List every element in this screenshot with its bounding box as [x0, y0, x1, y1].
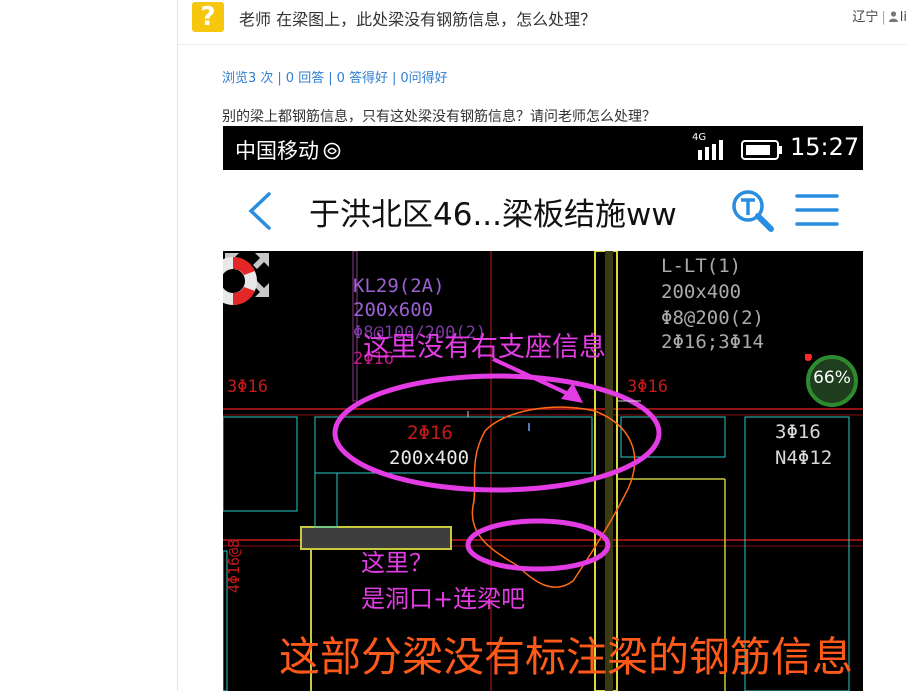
question-page: ? 老师 在梁图上，此处梁没有钢筋信息，怎么处理？ 辽宁 | li 浏览3 次 | 0 …	[178, 0, 907, 691]
user-icon	[888, 11, 898, 22]
annotation-here: 这里？	[361, 549, 433, 577]
magnifier-icon[interactable]	[729, 187, 775, 233]
left-gutter	[0, 0, 178, 691]
label-beam-size: 200x400	[389, 447, 470, 469]
hamburger-menu-icon[interactable]	[795, 192, 839, 228]
user-name[interactable]: li	[900, 10, 907, 25]
meta-separator: |	[881, 10, 886, 25]
label-lt-bars: 2Φ16;3Φ14	[661, 331, 764, 353]
signal-icon	[698, 140, 723, 160]
attached-screenshot[interactable]: 中国移动 4G 15:27 于洪北区46...梁板结施ww KL29(2A) 2…	[223, 126, 863, 691]
good-questions-count[interactable]: 0问得好	[400, 71, 447, 86]
answers-count[interactable]: 0 回答	[286, 71, 324, 86]
label-left-bars: 3Φ16	[227, 377, 268, 397]
question-stats: 浏览3 次 | 0 回答 | 0 答得好 | 0问得好	[222, 67, 448, 86]
question-mark-icon: ?	[192, 2, 224, 32]
status-clock: 15:27	[790, 133, 860, 161]
lifebuoy-icon[interactable]	[223, 251, 261, 311]
label-lt-stirrup: Φ8@200(2)	[661, 307, 764, 329]
label-beam-bars: 2Φ16	[407, 422, 453, 444]
label-mid-bars: 3Φ16	[627, 377, 668, 397]
views-count[interactable]: 浏览3 次	[222, 71, 273, 86]
battery-icon	[741, 140, 782, 160]
zoom-level-text: 66%	[813, 368, 851, 388]
label-kl-size: 200x600	[353, 299, 434, 321]
label-col-n: N4Φ12	[775, 447, 833, 469]
document-title: 于洪北区46...梁板结施ww	[309, 197, 677, 233]
good-answers-count[interactable]: 0 答得好	[337, 71, 388, 86]
annotation-opening: 是洞口+连梁吧	[361, 585, 526, 613]
zoom-level-badge[interactable]: 66%	[805, 354, 859, 408]
stats-separator: |	[277, 71, 282, 86]
annotation-no-support: 这里没有右支座信息	[363, 332, 606, 363]
label-col-bars: 3Φ16	[775, 421, 821, 443]
viewer-app-bar: 于洪北区46...梁板结施ww	[223, 170, 863, 251]
question-header: ? 老师 在梁图上，此处梁没有钢筋信息，怎么处理？ 辽宁 | li	[178, 0, 907, 45]
question-meta: 辽宁 | li	[852, 6, 907, 25]
carrier-area: 中国移动	[235, 135, 341, 165]
no-disturb-icon	[323, 142, 341, 160]
stats-separator: |	[392, 71, 397, 86]
question-description: 别的梁上都钢筋信息，只有这处梁没有钢筋信息？请问老师怎么处理？	[222, 109, 656, 125]
label-vertical-bars: 4Φ16@8	[225, 538, 244, 594]
stats-separator: |	[328, 71, 333, 86]
cad-drawing-canvas[interactable]: KL29(2A) 200x600 Φ8@100/200(2) 2Φ16 L-LT…	[223, 251, 863, 691]
region-label: 辽宁	[852, 10, 879, 25]
phone-status-bar: 中国移动 4G 15:27	[223, 126, 863, 170]
label-lt-name: L-LT(1)	[661, 255, 742, 277]
label-kl-name: KL29(2A)	[353, 275, 445, 297]
chevron-left-icon[interactable]	[245, 191, 273, 231]
annotation-big-note: 这部分梁没有标注梁的钢筋信息	[279, 633, 853, 681]
question-title: 老师 在梁图上，此处梁没有钢筋信息，怎么处理？	[239, 10, 597, 29]
label-lt-size: 200x400	[661, 281, 742, 303]
carrier-name: 中国移动	[235, 139, 319, 163]
